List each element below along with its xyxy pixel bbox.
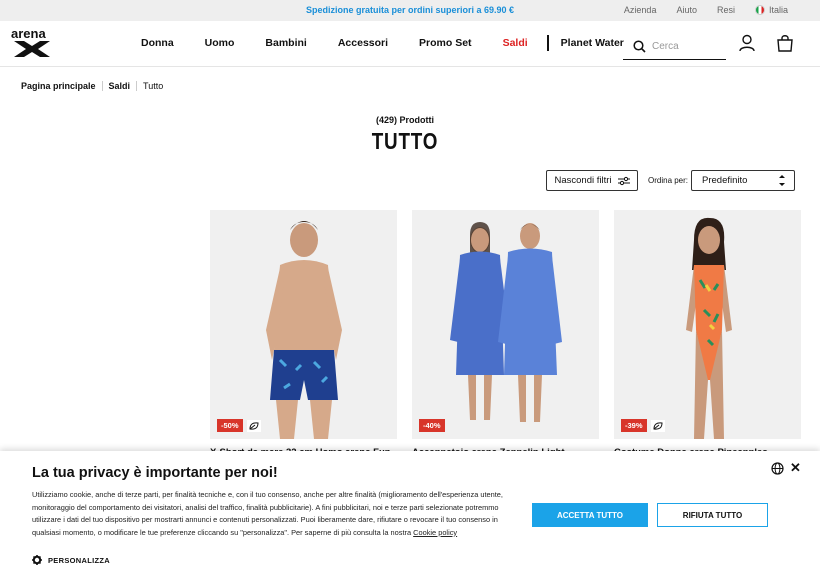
search-box[interactable]: Cerca bbox=[623, 33, 726, 60]
eco-leaf-icon bbox=[247, 420, 261, 432]
cookie-banner: La tua privacy è importante per noi! Uti… bbox=[0, 451, 820, 577]
search-placeholder: Cerca bbox=[652, 40, 679, 52]
nav-planet-water[interactable]: Planet Water bbox=[561, 37, 624, 51]
top-bar: Spedizione gratuita per ordini superiori… bbox=[0, 0, 820, 21]
product-count: (429) Prodotti bbox=[375, 115, 434, 125]
eco-leaf-icon bbox=[651, 420, 665, 432]
discount-badge: -50% bbox=[217, 419, 243, 432]
filter-sliders-icon bbox=[617, 176, 630, 185]
gear-icon bbox=[32, 555, 42, 565]
language-selector[interactable]: Italia bbox=[754, 5, 788, 15]
hide-filters-label: Nascondi filtri bbox=[554, 175, 612, 186]
discount-badge: -39% bbox=[621, 419, 647, 432]
italy-flag-icon bbox=[754, 5, 765, 15]
account-icon[interactable] bbox=[738, 34, 756, 52]
language-label: Italia bbox=[768, 5, 788, 15]
product-card[interactable]: -40% bbox=[412, 210, 599, 439]
nav-donna[interactable]: Donna bbox=[141, 37, 174, 51]
sort-arrows-icon bbox=[779, 175, 785, 186]
hide-filters-button[interactable]: Nascondi filtri bbox=[546, 170, 638, 191]
product-card[interactable]: -50% bbox=[210, 210, 397, 439]
breadcrumb-current: Tutto bbox=[143, 81, 164, 91]
discount-badge: -40% bbox=[419, 419, 445, 432]
product-card[interactable]: -39% bbox=[614, 210, 801, 439]
sort-select[interactable]: Predefinito bbox=[691, 170, 795, 191]
personalize-button[interactable]: PERSONALIZZA bbox=[32, 555, 110, 565]
breadcrumb-home[interactable]: Pagina principale bbox=[21, 81, 103, 91]
cookie-policy-link[interactable]: Cookie policy bbox=[413, 528, 457, 537]
nav-saldi[interactable]: Saldi bbox=[503, 37, 528, 51]
main-header: arena Donna Uomo Bambini Accessori Promo… bbox=[0, 21, 820, 67]
search-icon bbox=[633, 39, 646, 53]
nav-accessori[interactable]: Accessori bbox=[338, 37, 388, 51]
globe-icon[interactable] bbox=[771, 462, 784, 475]
product-image-swim-shorts bbox=[266, 221, 342, 439]
nav-divider bbox=[546, 35, 549, 51]
sort-value: Predefinito bbox=[702, 175, 748, 186]
top-links: Azienda Aiuto Resi Italia bbox=[624, 5, 788, 15]
breadcrumb: Pagina principale Saldi Tutto bbox=[21, 81, 169, 91]
page-title: TUTTO bbox=[371, 128, 439, 154]
accept-all-button[interactable]: ACCETTA TUTTO bbox=[532, 503, 648, 527]
reject-all-button[interactable]: RIFIUTA TUTTO bbox=[657, 503, 768, 527]
personalize-label: PERSONALIZZA bbox=[48, 555, 110, 565]
cookie-title: La tua privacy è importante per noi! bbox=[32, 465, 278, 481]
close-icon[interactable]: ✕ bbox=[790, 460, 801, 476]
product-image-swimsuit bbox=[686, 217, 732, 439]
nav-uomo[interactable]: Uomo bbox=[205, 37, 235, 51]
product-image-bathrobe bbox=[450, 222, 562, 422]
cookie-text: Utilizziamo cookie, anche di terze parti… bbox=[32, 489, 517, 539]
link-aiuto[interactable]: Aiuto bbox=[676, 5, 697, 15]
link-resi[interactable]: Resi bbox=[717, 5, 735, 15]
nav-promo-set[interactable]: Promo Set bbox=[419, 37, 472, 51]
logo-text: arena bbox=[11, 27, 46, 41]
arena-logo[interactable]: arena bbox=[11, 27, 53, 59]
sort-label: Ordina per: bbox=[648, 176, 689, 185]
nav-bambini[interactable]: Bambini bbox=[265, 37, 306, 51]
link-azienda[interactable]: Azienda bbox=[624, 5, 657, 15]
cart-icon[interactable] bbox=[776, 34, 794, 52]
main-nav: Donna Uomo Bambini Accessori Promo Set S… bbox=[141, 35, 655, 51]
breadcrumb-saldi[interactable]: Saldi bbox=[103, 81, 138, 91]
